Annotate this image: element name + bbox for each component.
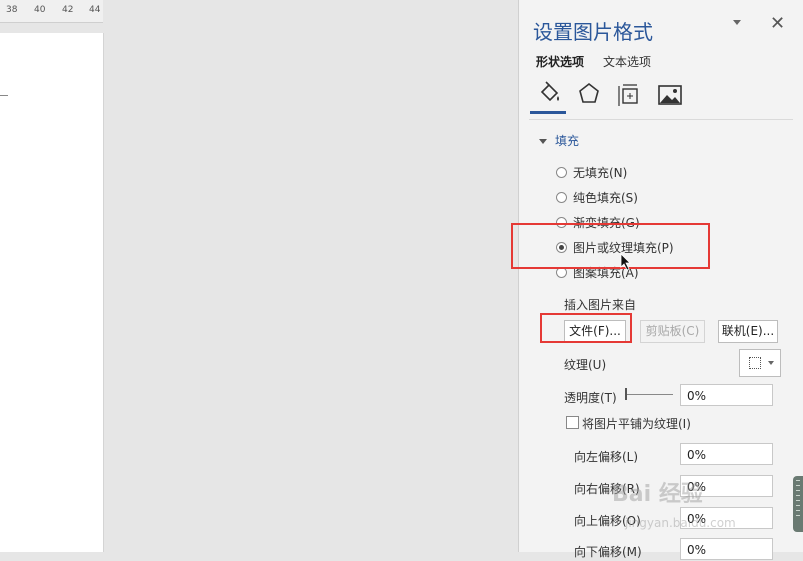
offset-left-label: 向左偏移(L) (574, 450, 639, 464)
ruler-tick: 40 (34, 5, 46, 15)
tile-label: 将图片平铺为纹理(I) (582, 417, 691, 431)
page-margin-mark (0, 95, 8, 96)
watermark-url: jingyan.baidu.com (625, 516, 736, 530)
chevron-down-icon (768, 361, 774, 365)
fill-section-header[interactable]: 填充 (539, 132, 579, 149)
radio-circle-icon (556, 192, 567, 203)
ruler-tick: 38 (6, 5, 18, 15)
document-area: 38 40 42 44 (0, 0, 518, 552)
insert-from-label: 插入图片来自 (564, 298, 637, 312)
document-page[interactable] (0, 33, 104, 552)
transparency-slider-thumb[interactable] (625, 388, 627, 400)
radio-no-fill[interactable]: 无填充(N) (556, 164, 627, 181)
transparency-label: 透明度(T) (564, 391, 617, 405)
size-properties-icon[interactable] (615, 80, 643, 110)
ruler: 38 40 42 44 (0, 0, 103, 23)
ruler-tick: 42 (62, 5, 74, 15)
transparency-slider-track[interactable] (625, 394, 673, 395)
watermark-logo: Bai 经验 (612, 482, 703, 507)
texture-dropdown[interactable] (739, 349, 781, 377)
radio-solid-fill[interactable]: 纯色填充(S) (556, 189, 638, 206)
radio-circle-icon (556, 167, 567, 178)
pane-options-dropdown-icon[interactable] (733, 20, 741, 25)
texture-swatch-icon (749, 357, 761, 369)
tab-text-options[interactable]: 文本选项 (603, 53, 651, 70)
tile-checkbox[interactable] (566, 416, 579, 429)
side-scroll-handle[interactable] (793, 476, 803, 532)
pane-title: 设置图片格式 (533, 20, 653, 44)
clipboard-button[interactable]: 剪贴板(C) (640, 320, 705, 343)
collapse-triangle-icon (539, 139, 547, 144)
close-icon[interactable]: ✕ (770, 14, 785, 34)
fill-section-label: 填充 (555, 134, 580, 148)
highlight-picture-fill (511, 223, 710, 269)
fill-line-icon[interactable] (536, 80, 564, 110)
active-tab-indicator (530, 111, 566, 114)
radio-label: 无填充(N) (573, 166, 628, 180)
offset-left-input[interactable]: 0% (680, 443, 773, 465)
picture-icon[interactable] (656, 80, 684, 110)
ruler-tick: 44 (89, 5, 101, 15)
tab-shape-options[interactable]: 形状选项 (536, 53, 584, 70)
format-picture-pane: 设置图片格式 ✕ 形状选项 文本选项 填充 无填充(N) 纯色填充(S) 渐变填… (519, 0, 803, 560)
highlight-file-button (540, 313, 632, 343)
radio-label: 纯色填充(S) (573, 191, 638, 205)
offset-bottom-input[interactable]: 0% (680, 538, 773, 560)
transparency-input[interactable]: 0% (680, 384, 773, 406)
effects-pentagon-icon[interactable] (575, 80, 603, 110)
separator (529, 119, 793, 120)
texture-label: 纹理(U) (564, 358, 607, 372)
online-button[interactable]: 联机(E)... (718, 320, 778, 343)
mouse-cursor-icon (620, 253, 632, 275)
